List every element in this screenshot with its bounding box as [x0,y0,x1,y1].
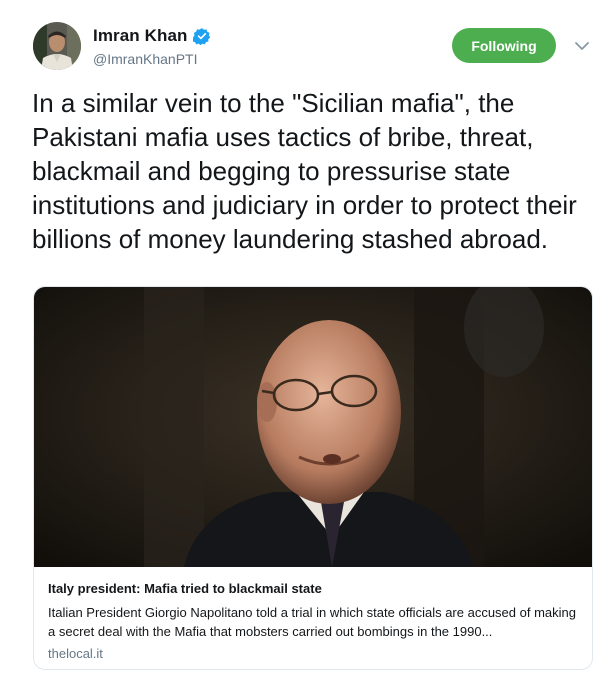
card-domain: thelocal.it [48,646,103,661]
verified-badge-icon [192,27,211,46]
following-button[interactable]: Following [452,28,556,63]
link-card[interactable]: Italy president: Mafia tried to blackmai… [33,286,593,670]
card-description: Italian President Giorgio Napolitano tol… [48,605,576,639]
display-name[interactable]: Imran Khan [93,26,188,46]
name-row: Imran Khan [93,26,211,46]
tweet-text: In a similar vein to the "Sicilian mafia… [32,88,585,254]
card-body: Italy president: Mafia tried to blackmai… [48,581,578,663]
user-handle[interactable]: @ImranKhanPTI [93,51,197,67]
card-image [34,287,592,567]
card-title: Italy president: Mafia tried to blackmai… [48,581,322,596]
tweet-header: Imran Khan @ImranKhanPTI Following [0,0,612,80]
avatar[interactable] [33,22,81,70]
chevron-down-icon[interactable] [573,38,591,54]
